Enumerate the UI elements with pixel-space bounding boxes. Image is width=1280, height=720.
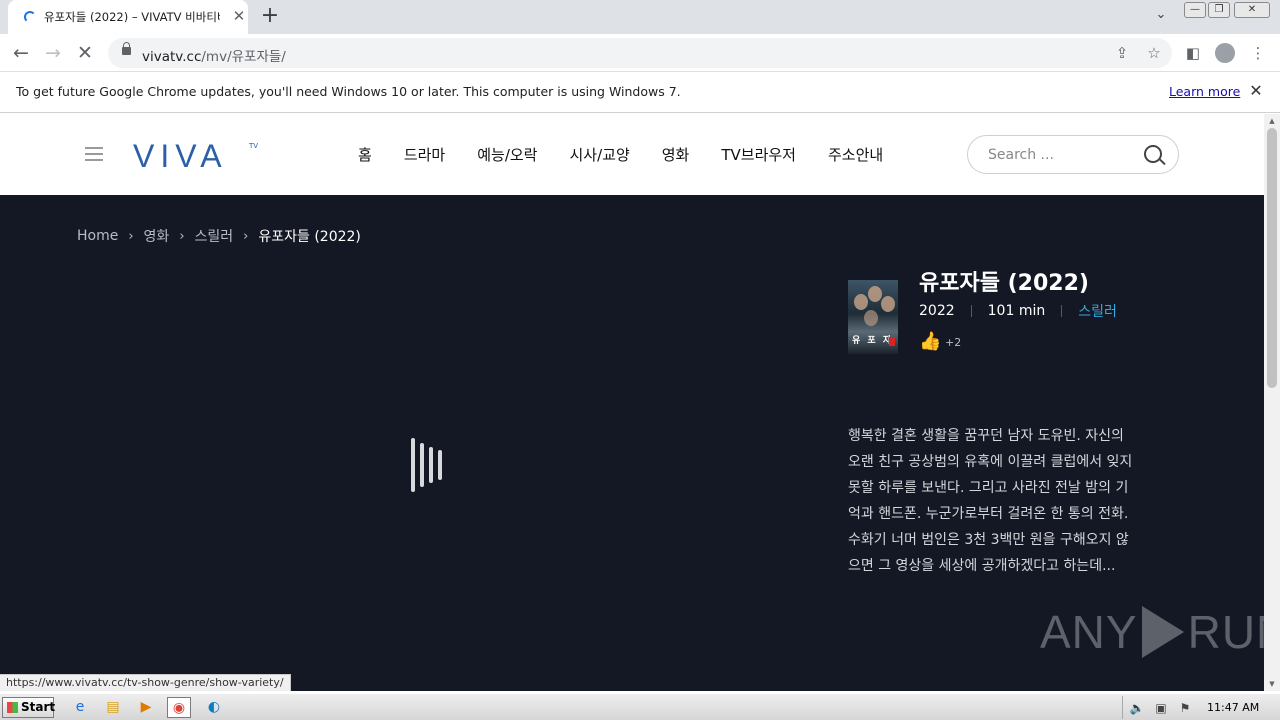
network-icon[interactable]: ▣ <box>1153 700 1169 716</box>
movie-content-area: Home › 영화 › 스릴러 › 유포자들 (2022) 유 포 자 유포자들… <box>0 195 1280 691</box>
breadcrumb-separator: › <box>243 228 249 244</box>
tab-close-icon[interactable]: ✕ <box>230 7 248 25</box>
anyrun-watermark: ANY RUN <box>1040 605 1280 659</box>
stop-loading-icon[interactable]: ✕ <box>72 40 98 66</box>
browser-tab-active[interactable]: 유포자들 (2022) – VIVATV 비바티비 ✕ <box>8 0 248 34</box>
lock-icon[interactable] <box>122 42 131 55</box>
site-search-box <box>967 135 1179 174</box>
nav-item-drama[interactable]: 드라마 <box>388 144 461 166</box>
system-tray: 🔈 ▣ ⚑ 11:47 AM <box>1122 696 1280 719</box>
breadcrumb-current: 유포자들 (2022) <box>258 229 361 245</box>
edge-icon[interactable]: ◐ <box>202 697 226 718</box>
tab-search-chevron-icon[interactable]: ⌄ <box>1150 7 1172 27</box>
media-player-icon[interactable]: ▶ <box>134 697 158 718</box>
browser-toolbar: ← → ✕ vivatv.cc/mv/유포자들/ ⇪ ☆ ◧ ⋮ <box>0 34 1280 72</box>
window-restore-button[interactable]: ❐ <box>1208 2 1230 18</box>
movie-synopsis: 행복한 결혼 생활을 꿈꾸던 남자 도유빈. 자신의 오랜 친구 공상범의 유혹… <box>848 428 1133 574</box>
logo-text: VIVA <box>133 138 228 174</box>
action-center-flag-icon[interactable]: ⚑ <box>1177 700 1193 716</box>
page-scrollbar[interactable]: ▲ ▼ <box>1264 114 1280 691</box>
play-triangle-icon <box>1141 606 1184 658</box>
search-input[interactable] <box>986 145 1136 165</box>
tab-title: 유포자들 (2022) – VIVATV 비바티비 <box>44 10 220 24</box>
volume-icon[interactable]: 🔈 <box>1129 700 1145 716</box>
infobar-message: To get future Google Chrome updates, you… <box>16 84 681 99</box>
scroll-up-arrow-icon[interactable]: ▲ <box>1267 117 1277 125</box>
logo-superscript: TV <box>249 142 259 150</box>
update-infobar: To get future Google Chrome updates, you… <box>0 72 1280 113</box>
scroll-down-arrow-icon[interactable]: ▼ <box>1267 680 1277 688</box>
nav-item-address-info[interactable]: 주소안내 <box>812 144 899 166</box>
learn-more-link[interactable]: Learn more <box>1169 84 1240 99</box>
like-widget: 👍 +2 <box>919 332 961 352</box>
breadcrumb-separator: › <box>179 228 185 244</box>
poster-title-text: 유 포 자 <box>852 336 894 346</box>
internet-explorer-icon[interactable]: e <box>68 697 92 718</box>
window-close-button[interactable]: ✕ <box>1234 2 1270 18</box>
start-button[interactable]: Start <box>2 697 55 718</box>
forward-arrow-icon[interactable]: → <box>40 40 66 66</box>
movie-title: 유포자들 (2022) <box>919 271 1089 296</box>
side-panel-icon[interactable]: ◧ <box>1182 42 1204 64</box>
site-header: VIVA TV 홈 드라마 예능/오락 시사/교양 영화 TV브라우저 주소안내 <box>0 114 1264 195</box>
share-icon[interactable]: ⇪ <box>1112 43 1132 63</box>
tab-strip: 유포자들 (2022) – VIVATV 비바티비 ✕ + ⌄ — ❐ ✕ <box>0 0 1280 34</box>
movie-year: 2022 <box>919 303 955 319</box>
bookmark-star-icon[interactable]: ☆ <box>1144 43 1164 63</box>
taskbar-clock[interactable]: 11:47 AM <box>1207 701 1259 714</box>
address-bar[interactable]: vivatv.cc/mv/유포자들/ ⇪ ☆ <box>108 38 1172 68</box>
status-url-bubble: https://www.vivatv.cc/tv-show-genre/show… <box>0 674 291 691</box>
video-loading-icon <box>411 437 451 493</box>
site-logo[interactable]: VIVA TV <box>133 138 263 174</box>
main-nav: 홈 드라마 예능/오락 시사/교양 영화 TV브라우저 주소안내 <box>342 144 899 166</box>
infobar-close-icon[interactable]: ✕ <box>1247 81 1265 101</box>
nav-item-variety[interactable]: 예능/오락 <box>461 144 553 166</box>
movie-meta: 2022 101 min 스릴러 <box>919 301 1117 321</box>
url-text[interactable]: vivatv.cc/mv/유포자들/ <box>142 45 286 65</box>
file-explorer-icon[interactable]: ▤ <box>101 697 125 718</box>
hamburger-menu-icon[interactable] <box>85 147 103 161</box>
meta-divider <box>1061 305 1063 317</box>
meta-divider <box>970 305 972 317</box>
windows-taskbar: Start e ▤ ▶ ◉ ◐ 🔈 ▣ ⚑ 11:47 AM <box>0 693 1280 720</box>
movie-poster[interactable]: 유 포 자 <box>848 280 898 354</box>
nav-item-current-affairs[interactable]: 시사/교양 <box>553 144 645 166</box>
breadcrumb-separator: › <box>128 228 134 244</box>
like-count: +2 <box>945 335 962 349</box>
breadcrumb-movies[interactable]: 영화 <box>144 226 170 246</box>
nav-item-tv-browser[interactable]: TV브라우저 <box>705 144 812 166</box>
poster-accent <box>889 337 895 346</box>
thumbs-up-icon[interactable]: 👍 <box>919 332 941 352</box>
loading-spinner-icon <box>24 11 36 23</box>
window-minimize-button[interactable]: — <box>1184 2 1206 18</box>
chrome-taskbar-icon[interactable]: ◉ <box>167 697 191 718</box>
url-host: vivatv.cc <box>142 49 202 65</box>
search-icon[interactable] <box>1144 145 1162 163</box>
new-tab-button[interactable]: + <box>258 5 282 29</box>
breadcrumb-home[interactable]: Home <box>77 228 118 244</box>
profile-avatar-icon[interactable] <box>1215 43 1235 63</box>
movie-runtime: 101 min <box>987 303 1046 319</box>
nav-item-movies[interactable]: 영화 <box>646 144 706 166</box>
back-arrow-icon[interactable]: ← <box>8 40 34 66</box>
watermark-left: ANY <box>1040 606 1138 658</box>
movie-genre-link[interactable]: 스릴러 <box>1078 301 1117 321</box>
scrollbar-thumb[interactable] <box>1267 128 1277 388</box>
nav-item-home[interactable]: 홈 <box>342 144 388 166</box>
url-path: /mv/유포자들/ <box>201 49 286 65</box>
chrome-menu-icon[interactable]: ⋮ <box>1247 42 1269 64</box>
breadcrumb-thriller[interactable]: 스릴러 <box>195 226 234 246</box>
breadcrumb: Home › 영화 › 스릴러 › 유포자들 (2022) <box>77 226 361 246</box>
